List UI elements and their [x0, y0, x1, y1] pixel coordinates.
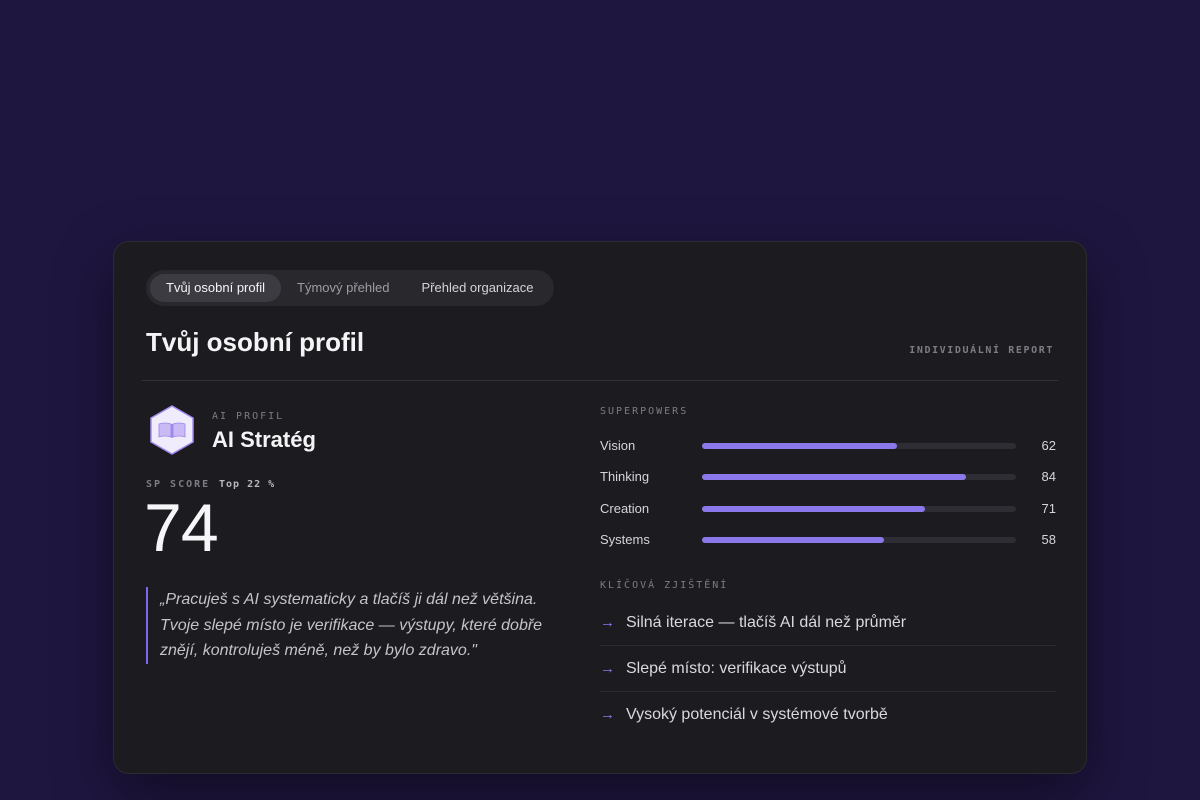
- superpower-name: Systems: [600, 532, 650, 547]
- superpower-value: 84: [1041, 469, 1056, 484]
- superpower-track: [702, 537, 1016, 543]
- arrow-right-icon: →: [600, 660, 615, 677]
- superpower-row-vision: Vision 62: [600, 436, 1056, 456]
- superpower-bar: [702, 537, 885, 543]
- superpower-track: [702, 443, 1016, 449]
- list-item: → Slepé místo: verifikace výstupů: [600, 646, 1056, 692]
- report-label: INDIVIDUÁLNÍ REPORT: [909, 345, 1054, 356]
- superpower-name: Creation: [600, 501, 650, 516]
- profile-card: Tvůj osobní profil Týmový přehled Přehle…: [113, 241, 1087, 774]
- superpower-row-systems: Systems 58: [600, 530, 1056, 550]
- key-findings-label: KLÍČOVÁ ZJIŠTĚNÍ: [600, 580, 729, 591]
- superpower-value: 58: [1041, 532, 1056, 547]
- superpower-name: Thinking: [600, 469, 650, 484]
- header-divider: [142, 380, 1058, 381]
- finding-text: Vysoký potenciál v systémové tvorbě: [626, 705, 888, 723]
- superpower-bar: [702, 443, 897, 449]
- arrow-right-icon: →: [600, 706, 615, 723]
- superpower-track: [702, 474, 1016, 480]
- superpowers-label: SUPERPOWERS: [600, 406, 689, 417]
- finding-text: Silná iterace — tlačíš AI dál než průměr: [626, 613, 907, 631]
- page-title: Tvůj osobní profil: [146, 327, 365, 357]
- profile-name: AI Stratég: [212, 427, 316, 452]
- score-rank: Top 22 %: [219, 479, 276, 490]
- score-value: 74: [144, 490, 219, 566]
- arrow-right-icon: →: [600, 614, 615, 631]
- score-label: SP SCORE: [146, 479, 211, 490]
- list-item: → Vysoký potenciál v systémové tvorbě: [600, 692, 1056, 737]
- profile-kicker: AI PROFIL: [212, 411, 285, 422]
- superpower-value: 62: [1041, 438, 1056, 453]
- superpower-bar: [702, 474, 966, 480]
- superpower-row-creation: Creation 71: [600, 499, 1056, 519]
- superpower-bar: [702, 506, 925, 512]
- superpower-track: [702, 506, 1016, 512]
- list-item: → Silná iterace — tlačíš AI dál než prům…: [600, 600, 1056, 646]
- finding-text: Slepé místo: verifikace výstupů: [626, 659, 847, 677]
- view-tabs: Tvůj osobní profil Týmový přehled Přehle…: [146, 270, 554, 306]
- profile-quote: „Pracuješ s AI systematicky a tlačíš ji …: [146, 587, 560, 664]
- key-findings-list: → Silná iterace — tlačíš AI dál než prům…: [600, 600, 1056, 737]
- superpower-value: 71: [1041, 501, 1056, 516]
- tab-team-overview[interactable]: Týmový přehled: [281, 274, 405, 302]
- book-hexagon-icon: [150, 405, 194, 455]
- superpower-row-thinking: Thinking 84: [600, 467, 1056, 487]
- superpower-name: Vision: [600, 438, 636, 453]
- tab-organization-overview[interactable]: Přehled organizace: [405, 274, 549, 302]
- tab-personal-profile[interactable]: Tvůj osobní profil: [150, 274, 281, 302]
